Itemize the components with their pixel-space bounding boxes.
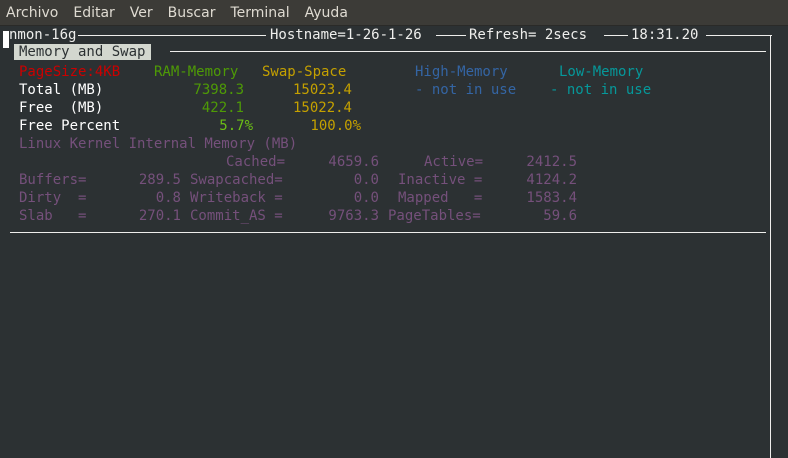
- row-free-percent-label: Free Percent: [19, 118, 121, 134]
- swapcached-value: 0.0: [353, 172, 379, 188]
- row-free-label: Free (MB): [19, 100, 104, 116]
- commit-as-value: 9763.3: [328, 208, 379, 224]
- pagetables-label: PageTables=: [388, 208, 481, 224]
- active-value: 2412.5: [526, 154, 577, 170]
- dirty-label: Dirty =: [19, 190, 87, 206]
- terminal-area[interactable]: nmon-16g Hostname=1-26-1-26 Refresh= 2se…: [0, 26, 788, 458]
- cached-value: 4659.6: [328, 154, 379, 170]
- mapped-value: 1583.4: [526, 190, 577, 206]
- menu-terminal[interactable]: Terminal: [223, 5, 297, 21]
- section-title: Memory and Swap: [14, 44, 152, 60]
- col-high-memory: High-Memory: [415, 64, 508, 80]
- writeback-label: Writeback =: [190, 190, 283, 206]
- buffers-label: Buffers=: [19, 172, 87, 188]
- free-swap: 15022.4: [292, 100, 352, 116]
- program-name: nmon-16g: [9, 27, 77, 43]
- menu-buscar[interactable]: Buscar: [161, 5, 224, 21]
- menu-ayuda[interactable]: Ayuda: [298, 5, 356, 21]
- active-label: Active=: [424, 154, 484, 170]
- col-low-memory: Low-Memory: [559, 64, 644, 80]
- inactive-value: 4124.2: [526, 172, 577, 188]
- total-low: - not in use: [550, 82, 652, 98]
- mapped-label: Mapped =: [398, 190, 483, 206]
- total-swap: 15023.4: [292, 82, 352, 98]
- free-percent-swap: 100.0%: [310, 118, 361, 134]
- header-rule-1: [78, 35, 266, 36]
- pagesize-label: PageSize:4KB: [19, 64, 121, 80]
- header-rule-3: [604, 35, 628, 36]
- menu-editar[interactable]: Editar: [66, 5, 122, 21]
- section-bottom-rule: [10, 232, 766, 233]
- free-percent-ram: 5.7%: [219, 118, 253, 134]
- writeback-value: 0.0: [353, 190, 379, 206]
- kernel-heading: Linux Kernel Internal Memory (MB): [19, 136, 298, 152]
- menu-archivo[interactable]: Archivo: [0, 5, 66, 21]
- header-rule-4: [706, 35, 772, 36]
- menu-ver[interactable]: Ver: [123, 5, 161, 21]
- col-ram-memory: RAM-Memory: [154, 64, 239, 80]
- menu-bar: Archivo Editar Ver Buscar Terminal Ayuda: [0, 0, 788, 26]
- pagetables-value: 59.6: [543, 208, 577, 224]
- dirty-value: 0.8: [155, 190, 181, 206]
- swapcached-label: Swapcached=: [190, 172, 283, 188]
- col-swap-space: Swap-Space: [262, 64, 347, 80]
- hostname-label: Hostname=1-26-1-26: [270, 27, 422, 43]
- refresh-label: Refresh= 2secs: [469, 27, 588, 43]
- inactive-label: Inactive =: [398, 172, 483, 188]
- total-high: - not in use: [415, 82, 517, 98]
- commit-as-label: Commit_AS =: [190, 208, 283, 224]
- free-ram: 422.1: [201, 100, 244, 116]
- slab-value: 270.1: [138, 208, 181, 224]
- total-ram: 7398.3: [193, 82, 244, 98]
- buffers-value: 289.5: [138, 172, 181, 188]
- row-total-label: Total (MB): [19, 82, 104, 98]
- clock-time: 18:31.20: [631, 27, 699, 43]
- terminal-scrollbar[interactable]: [772, 26, 788, 458]
- box-right-border: [770, 35, 771, 458]
- slab-label: Slab =: [19, 208, 87, 224]
- header-rule-2: [436, 35, 466, 36]
- section-top-rule: [170, 51, 766, 52]
- cached-label: Cached=: [226, 154, 286, 170]
